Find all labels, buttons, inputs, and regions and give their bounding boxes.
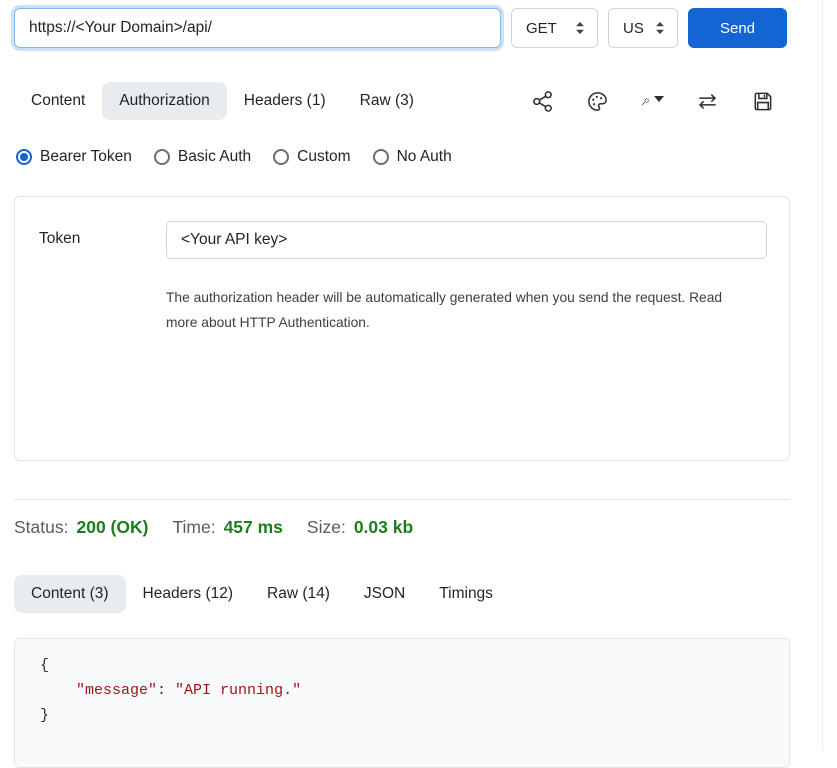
time-item: Time: 457 ms [172, 517, 282, 538]
size-label: Size: [307, 517, 346, 538]
region-select[interactable]: US [608, 8, 678, 48]
tab-response-timings[interactable]: Timings [422, 575, 510, 613]
json-key: "message" [76, 682, 157, 699]
radio-custom[interactable]: Custom [273, 148, 350, 166]
radio-unselected-icon [273, 149, 289, 165]
radio-selected-icon [16, 149, 32, 165]
page-right-divider [822, 0, 823, 750]
radio-bearer-token[interactable]: Bearer Token [16, 148, 132, 166]
region-select-value: US [623, 20, 644, 37]
token-helper-text: The authorization header will be automat… [166, 285, 748, 335]
json-separator: : [157, 682, 175, 699]
tab-response-headers[interactable]: Headers (12) [126, 575, 250, 613]
radio-label: Bearer Token [40, 148, 132, 166]
chevron-down-icon [654, 96, 664, 102]
response-body[interactable]: { "message": "API running." } [14, 638, 790, 768]
tab-raw[interactable]: Raw (3) [343, 82, 431, 120]
tab-authorization[interactable]: Authorization [102, 82, 226, 120]
json-indent [40, 682, 76, 699]
status-value: 200 (OK) [76, 517, 148, 538]
time-value: 457 ms [224, 517, 283, 538]
json-value: "API running." [175, 682, 301, 699]
radio-label: Basic Auth [178, 148, 251, 166]
radio-unselected-icon [154, 149, 170, 165]
swap-arrows-icon[interactable] [696, 90, 719, 113]
radio-label: No Auth [397, 148, 452, 166]
share-icon[interactable] [531, 90, 554, 113]
updown-arrows-icon [653, 20, 667, 36]
json-close-brace: } [40, 707, 49, 724]
status-item: Status: 200 (OK) [14, 517, 148, 538]
size-item: Size: 0.03 kb [307, 517, 413, 538]
radio-label: Custom [297, 148, 350, 166]
time-label: Time: [172, 517, 215, 538]
send-button[interactable]: Send [688, 8, 787, 48]
updown-arrows-icon [573, 20, 587, 36]
json-open-brace: { [40, 657, 49, 674]
url-input[interactable] [14, 8, 501, 48]
response-tab-row: Content (3) Headers (12) Raw (14) JSON T… [14, 575, 837, 613]
palette-icon[interactable] [586, 90, 609, 113]
toolbar-icon-group [531, 90, 774, 113]
radio-no-auth[interactable]: No Auth [373, 148, 452, 166]
request-bar: GET US Send [0, 0, 837, 48]
tab-response-raw[interactable]: Raw (14) [250, 575, 347, 613]
tab-response-json[interactable]: JSON [347, 575, 422, 613]
tab-content[interactable]: Content [14, 82, 102, 120]
status-label: Status: [14, 517, 68, 538]
auth-options: Bearer Token Basic Auth Custom No Auth [16, 148, 837, 166]
tab-response-content[interactable]: Content (3) [14, 575, 126, 613]
token-input[interactable] [166, 221, 767, 259]
section-divider [14, 499, 790, 500]
save-icon[interactable] [751, 90, 774, 113]
radio-unselected-icon [373, 149, 389, 165]
response-summary: Status: 200 (OK) Time: 457 ms Size: 0.03… [14, 517, 837, 538]
size-value: 0.03 kb [354, 517, 413, 538]
tab-headers[interactable]: Headers (1) [227, 82, 343, 120]
radio-basic-auth[interactable]: Basic Auth [154, 148, 251, 166]
method-select-value: GET [526, 20, 557, 37]
request-tab-row: Content Authorization Headers (1) Raw (3… [14, 82, 823, 120]
magic-wand-icon[interactable] [641, 90, 664, 113]
auth-token-panel: Token The authorization header will be a… [14, 196, 790, 461]
method-select[interactable]: GET [511, 8, 598, 48]
token-label: Token [39, 221, 166, 460]
